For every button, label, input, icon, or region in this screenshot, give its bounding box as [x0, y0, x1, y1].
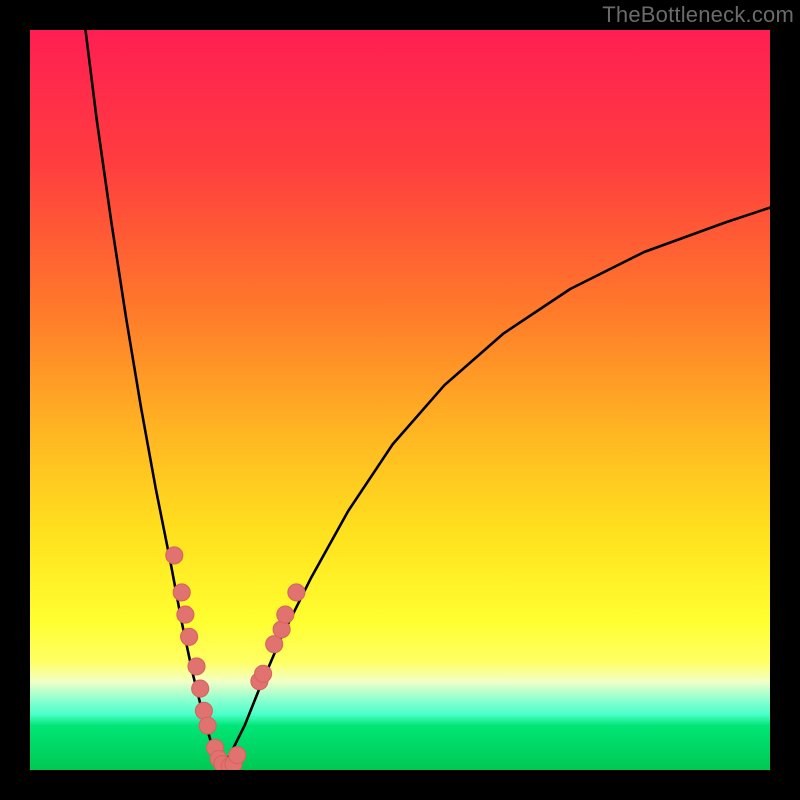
chart-frame: TheBottleneck.com — [0, 0, 800, 800]
curve-left-branch — [86, 30, 223, 766]
data-point-marker — [273, 621, 290, 638]
curve-right-branch — [222, 208, 770, 767]
data-point-marker — [188, 658, 205, 675]
data-point-marker — [181, 628, 198, 645]
data-point-marker — [277, 606, 294, 623]
data-point-marker — [288, 584, 305, 601]
plot-area — [30, 30, 770, 770]
data-point-marker — [199, 717, 216, 734]
curve-layer — [30, 30, 770, 770]
data-point-marker — [229, 747, 246, 764]
data-point-marker — [195, 702, 212, 719]
watermark-text: TheBottleneck.com — [602, 2, 794, 28]
data-point-marker — [166, 547, 183, 564]
marker-group — [166, 547, 305, 770]
data-point-marker — [173, 584, 190, 601]
data-point-marker — [177, 606, 194, 623]
data-point-marker — [255, 665, 272, 682]
data-point-marker — [192, 680, 209, 697]
